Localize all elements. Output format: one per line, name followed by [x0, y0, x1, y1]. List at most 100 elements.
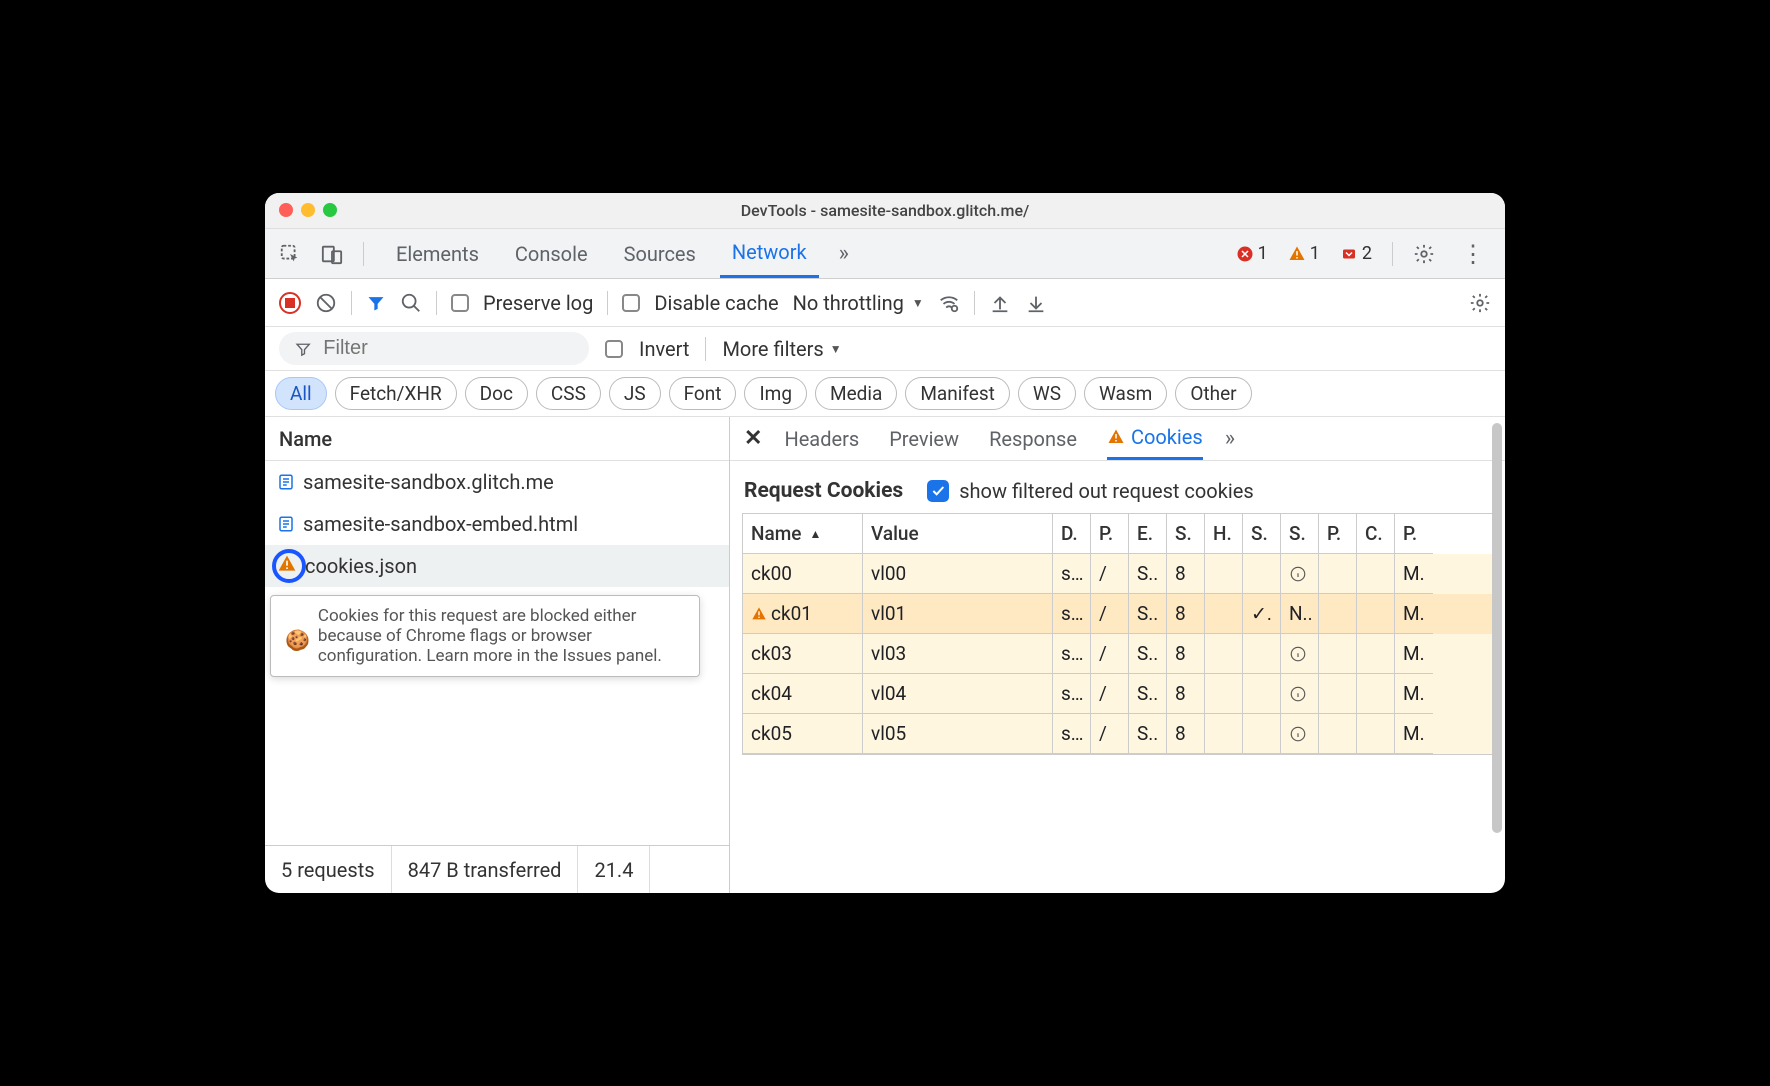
cookie-cell: [1357, 554, 1395, 594]
record-button[interactable]: [279, 292, 301, 314]
more-tabs-icon[interactable]: »: [839, 241, 849, 266]
close-detail-icon[interactable]: ✕: [744, 426, 762, 451]
cookie-cell: /: [1091, 714, 1129, 754]
disable-cache-checkbox[interactable]: [622, 294, 640, 312]
detail-tab-headers[interactable]: Headers: [784, 417, 859, 460]
type-pill-js[interactable]: JS: [609, 377, 661, 410]
cookie-cell: S..: [1129, 714, 1167, 754]
request-row[interactable]: samesite-sandbox.glitch.me: [265, 461, 729, 503]
type-pill-fetch-xhr[interactable]: Fetch/XHR: [335, 377, 457, 410]
cookie-cell: [1357, 674, 1395, 714]
download-har-icon[interactable]: [1025, 292, 1047, 314]
filter-input-wrapper[interactable]: [279, 332, 589, 365]
cookie-cell: [1319, 714, 1357, 754]
document-icon: [277, 473, 295, 491]
tab-network[interactable]: Network: [720, 229, 819, 278]
column-header[interactable]: Name▲: [743, 514, 863, 554]
request-row[interactable]: cookies.json: [265, 545, 729, 587]
cookie-cell: vl00: [863, 554, 1053, 594]
cookie-cell: [1205, 594, 1243, 634]
cookie-row[interactable]: ck04vl04s…/S..8M.: [743, 674, 1492, 714]
column-header[interactable]: D.: [1053, 514, 1091, 554]
request-name: cookies.json: [305, 554, 417, 578]
device-toggle-icon[interactable]: [321, 243, 343, 265]
column-header[interactable]: C.: [1357, 514, 1395, 554]
cookie-cell: /: [1091, 674, 1129, 714]
issue-icon: [1340, 245, 1358, 263]
cookie-cell: vl03: [863, 634, 1053, 674]
cookie-row[interactable]: ck01vl01s…/S..8✓.N..M.: [743, 594, 1492, 634]
type-pill-img[interactable]: Img: [744, 377, 807, 410]
issues-count[interactable]: 2: [1340, 243, 1372, 264]
cookie-cell: M.: [1395, 594, 1433, 634]
separator: [1392, 242, 1393, 266]
filter-toggle-icon[interactable]: [366, 293, 386, 313]
show-filtered-checkbox[interactable]: [927, 480, 949, 502]
tab-console[interactable]: Console: [503, 229, 600, 278]
tab-elements[interactable]: Elements: [384, 229, 491, 278]
kebab-menu-icon[interactable]: ⋮: [1455, 240, 1491, 268]
column-header[interactable]: P.: [1395, 514, 1433, 554]
warnings-number: 1: [1310, 243, 1320, 264]
column-header[interactable]: H.: [1205, 514, 1243, 554]
zoom-window-button[interactable]: [323, 203, 337, 217]
network-settings-icon[interactable]: [1469, 292, 1491, 314]
request-row[interactable]: samesite-sandbox-embed.html: [265, 503, 729, 545]
cookie-cell: [1281, 714, 1319, 754]
search-icon[interactable]: [400, 292, 422, 314]
type-pill-manifest[interactable]: Manifest: [905, 377, 1010, 410]
detail-tab-preview[interactable]: Preview: [889, 417, 959, 460]
cookie-row[interactable]: ck05vl05s…/S..8M.: [743, 714, 1492, 754]
inspect-icon[interactable]: [279, 243, 301, 265]
detail-tab-response[interactable]: Response: [989, 417, 1077, 460]
cookie-cell: ck04: [743, 674, 863, 714]
tooltip-text: Cookies for this request are blocked eit…: [318, 606, 685, 666]
window-title: DevTools - samesite-sandbox.glitch.me/: [741, 201, 1030, 220]
column-header[interactable]: S.: [1167, 514, 1205, 554]
cookie-row[interactable]: ck03vl03s…/S..8M.: [743, 634, 1492, 674]
chevron-down-icon: ▼: [830, 342, 842, 356]
type-pill-media[interactable]: Media: [815, 377, 897, 410]
scrollbar[interactable]: [1492, 423, 1502, 833]
info-icon: [1289, 685, 1307, 703]
column-header[interactable]: P.: [1319, 514, 1357, 554]
type-pill-font[interactable]: Font: [669, 377, 737, 410]
more-detail-tabs-icon[interactable]: »: [1225, 426, 1235, 451]
column-header[interactable]: S.: [1243, 514, 1281, 554]
type-pill-wasm[interactable]: Wasm: [1084, 377, 1167, 410]
tab-sources[interactable]: Sources: [612, 229, 708, 278]
cookie-row[interactable]: ck00vl00s…/S..8M.: [743, 554, 1492, 594]
preserve-log-checkbox[interactable]: [451, 294, 469, 312]
type-pill-ws[interactable]: WS: [1018, 377, 1076, 410]
column-header[interactable]: Value: [863, 514, 1053, 554]
chevron-down-icon: ▼: [912, 296, 924, 310]
cookie-cell: [1357, 594, 1395, 634]
detail-tab-cookies[interactable]: Cookies: [1107, 417, 1203, 460]
close-window-button[interactable]: [279, 203, 293, 217]
upload-har-icon[interactable]: [989, 292, 1011, 314]
more-filters-dropdown[interactable]: More filters ▼: [722, 337, 841, 361]
column-header[interactable]: P.: [1091, 514, 1129, 554]
warning-icon: [751, 606, 767, 622]
settings-icon[interactable]: [1413, 243, 1435, 265]
cookie-cell: /: [1091, 554, 1129, 594]
network-conditions-icon[interactable]: [938, 292, 960, 314]
cookie-cell: [1281, 634, 1319, 674]
column-header[interactable]: S.: [1281, 514, 1319, 554]
clear-icon[interactable]: [315, 292, 337, 314]
cookie-cell: ck01: [743, 594, 863, 634]
type-pill-doc[interactable]: Doc: [465, 377, 528, 410]
throttling-select[interactable]: No throttling ▼: [793, 291, 924, 315]
type-pill-css[interactable]: CSS: [536, 377, 601, 410]
column-header[interactable]: E.: [1129, 514, 1167, 554]
cookie-cell: ck00: [743, 554, 863, 594]
type-pill-other[interactable]: Other: [1175, 377, 1251, 410]
errors-count[interactable]: 1: [1236, 243, 1268, 264]
cookie-cell: [1243, 634, 1281, 674]
filter-input[interactable]: [321, 336, 573, 361]
type-pill-all[interactable]: All: [275, 377, 327, 410]
warnings-count[interactable]: 1: [1288, 243, 1320, 264]
invert-checkbox[interactable]: [605, 340, 623, 358]
request-list-panel: Name samesite-sandbox.glitch.mesamesite-…: [265, 417, 730, 893]
minimize-window-button[interactable]: [301, 203, 315, 217]
